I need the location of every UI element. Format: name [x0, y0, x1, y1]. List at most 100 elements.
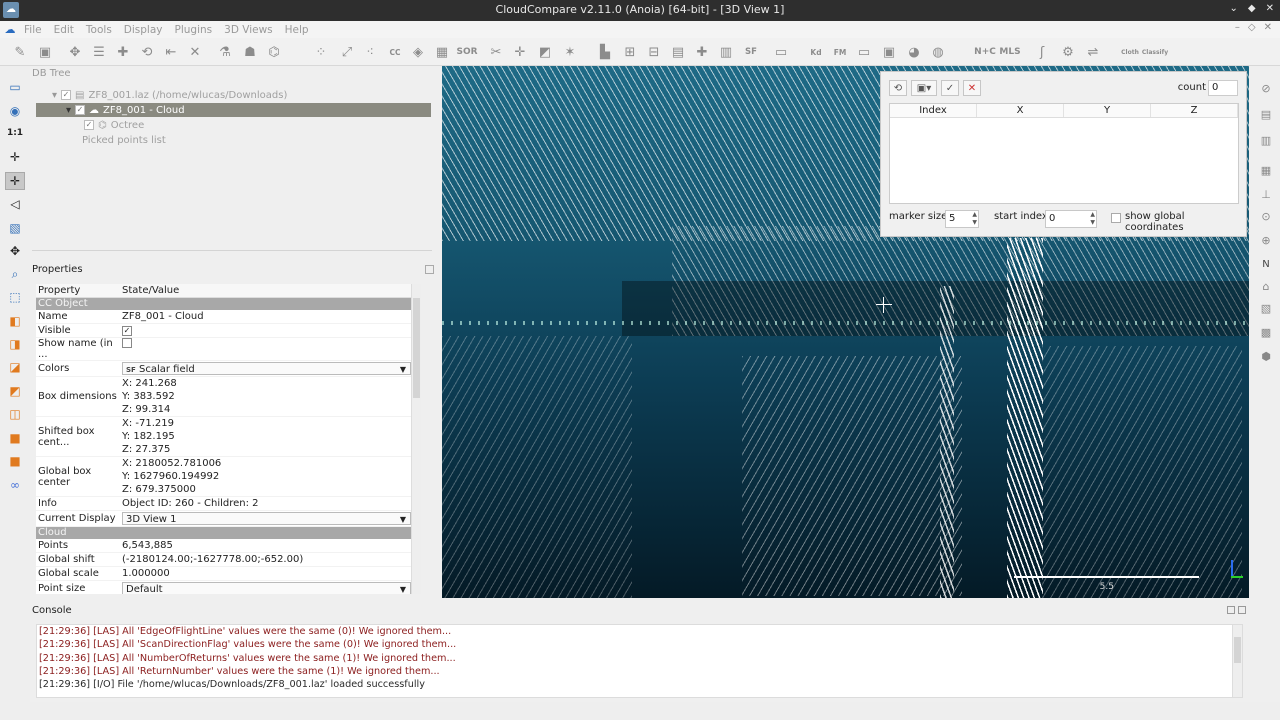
point-picking-icon[interactable]: ✛	[5, 172, 25, 190]
export-icon[interactable]: ▣▾	[911, 80, 937, 96]
tree-item-picked-points[interactable]: Picked points list	[82, 133, 166, 147]
checker-icon[interactable]: ▦	[432, 42, 452, 62]
console-scrollbar[interactable]	[1232, 625, 1242, 697]
crop-icon[interactable]: ⤢	[337, 42, 357, 62]
mdi-restore-button[interactable]: ◇	[1248, 22, 1256, 33]
blocks-icon[interactable]: ▩	[1256, 322, 1276, 342]
crop-tool-icon[interactable]: ✂	[486, 42, 506, 62]
menu-display[interactable]: Display	[118, 24, 169, 36]
property-column-header[interactable]: Property	[36, 284, 120, 297]
splitter[interactable]	[32, 250, 432, 251]
top-view-icon[interactable]: ◧	[5, 312, 25, 330]
clone-icon[interactable]: ✥	[65, 42, 85, 62]
menu-tools[interactable]: Tools	[80, 24, 118, 36]
properties-scrollbar[interactable]	[411, 284, 421, 594]
add-icon[interactable]: ✚	[692, 42, 712, 62]
col-icon[interactable]: ▤	[1256, 104, 1276, 124]
cancel-icon[interactable]: ✕	[963, 80, 981, 96]
current-display-combo[interactable]: 3D View 1 ▼	[122, 512, 411, 525]
column-index[interactable]: Index	[890, 104, 977, 117]
float-panel-icon[interactable]	[425, 265, 434, 274]
color-icon[interactable]: ◈	[408, 42, 428, 62]
display-icon[interactable]: ▭	[5, 78, 25, 96]
delete-icon[interactable]: ✕	[185, 42, 205, 62]
float-panel-icon[interactable]	[1227, 606, 1235, 614]
column-y[interactable]: Y	[1064, 104, 1151, 117]
rasterize-icon[interactable]: ▤	[668, 42, 688, 62]
maximize-button[interactable]: ◆	[1248, 3, 1256, 14]
tree-item-cloud[interactable]: ▾ ✓ ☁ ZF8_001 - Cloud	[36, 103, 431, 117]
front-view-icon[interactable]: ◨	[5, 335, 25, 353]
visible-checkbox[interactable]: ✓	[122, 326, 132, 336]
brush-icon[interactable]: ⊥	[1256, 184, 1276, 204]
label-icon[interactable]: ⊕	[1256, 230, 1276, 250]
merge-icon[interactable]: ✚	[113, 42, 133, 62]
sf-tool-icon[interactable]: ▭	[771, 42, 791, 62]
no-entry-icon[interactable]: ⊘	[1256, 78, 1276, 98]
iso-view-icon[interactable]: ⬚	[5, 288, 25, 306]
plane-icon[interactable]: ◩	[535, 42, 555, 62]
menu-edit[interactable]: Edit	[48, 24, 80, 36]
curve-icon[interactable]: ʃ	[1032, 42, 1052, 62]
hexagon-icon[interactable]: ⬢	[1256, 346, 1276, 366]
right-view-icon[interactable]: ◩	[5, 382, 25, 400]
column-z[interactable]: Z	[1151, 104, 1238, 117]
normals-icon[interactable]: ☗	[240, 42, 260, 62]
kd-button[interactable]: Kd	[806, 42, 826, 62]
cloth-button[interactable]: Cloth	[1120, 42, 1140, 62]
tree-checkbox[interactable]: ✓	[61, 90, 72, 100]
show-name-checkbox[interactable]	[122, 338, 132, 348]
sample-icon[interactable]: ⚗	[215, 42, 235, 62]
classify-button[interactable]: Classify	[1142, 42, 1168, 62]
cc-icon[interactable]: CC	[385, 42, 405, 62]
ratio-button[interactable]: 1:1	[5, 124, 25, 142]
window-icon[interactable]: ▣	[879, 42, 899, 62]
histogram-icon[interactable]: ▙	[595, 42, 615, 62]
book-icon[interactable]: ▥	[1256, 130, 1276, 150]
subsample-icon[interactable]: ⟲	[137, 42, 157, 62]
hpr-icon[interactable]: ⌂	[1256, 276, 1276, 296]
start-index-spinbox[interactable]: 0 ▲ ▼	[1045, 210, 1097, 228]
back-view-icon[interactable]: ■	[5, 452, 25, 470]
close-window-button[interactable]: ✕	[1266, 3, 1274, 14]
bar-icon[interactable]: ▥	[716, 42, 736, 62]
column-x[interactable]: X	[977, 104, 1064, 117]
left-view-icon[interactable]: ◪	[5, 358, 25, 376]
name-value[interactable]: ZF8_001 - Cloud	[122, 310, 421, 323]
settings-icon[interactable]: ⚙	[1058, 42, 1078, 62]
sphere-icon[interactable]: ◕	[904, 42, 924, 62]
tree-checkbox[interactable]: ✓	[75, 105, 86, 115]
picked-points-table[interactable]: Index X Y Z	[889, 103, 1239, 204]
mls-button[interactable]: MLS	[999, 42, 1020, 62]
tree-item-file[interactable]: ▾ ✓ ▤ ZF8_001.laz (/home/wlucas/Download…	[52, 88, 432, 102]
menu-plugins[interactable]: Plugins	[169, 24, 219, 36]
stat-icon[interactable]: ⊟	[644, 42, 664, 62]
point-size-combo[interactable]: Default ▼	[122, 582, 411, 594]
collapse-arrow-icon[interactable]: ▾	[52, 90, 57, 101]
spin-arrows-icon[interactable]: ▲ ▼	[972, 211, 977, 227]
camera-icon[interactable]: ◉	[5, 102, 25, 120]
compare-icon[interactable]: ⇌	[1083, 42, 1103, 62]
front-label-icon[interactable]: ■	[5, 429, 25, 447]
zoom-icon[interactable]: ⌕	[5, 265, 25, 283]
north-icon[interactable]: N	[1256, 254, 1276, 274]
film-icon[interactable]: ▦	[1256, 160, 1276, 180]
global-coords-checkbox[interactable]	[1111, 213, 1121, 223]
mdi-minimize-button[interactable]: –	[1235, 22, 1240, 33]
perspective-icon[interactable]: ◁	[5, 195, 25, 213]
marker-size-spinbox[interactable]: 5 ▲ ▼	[945, 210, 979, 228]
menu-3d-views[interactable]: 3D Views	[218, 24, 279, 36]
move-icon[interactable]: ✥	[5, 242, 25, 260]
undo-icon[interactable]: ⟲	[889, 80, 907, 96]
fm-button[interactable]: FM	[830, 42, 850, 62]
pivot-icon[interactable]: ✛	[5, 148, 25, 166]
value-column-header[interactable]: State/Value	[120, 284, 179, 297]
bottom-view-icon[interactable]: ◫	[5, 405, 25, 423]
compute-icon[interactable]: ⊞	[620, 42, 640, 62]
console-log[interactable]: [21:29:36] [LAS] All 'EdgeOfFlightLine' …	[36, 624, 1243, 698]
noise-icon[interactable]: ⁘	[311, 42, 331, 62]
grid-icon[interactable]: ◍	[928, 42, 948, 62]
octree-icon[interactable]: ⌬	[264, 42, 284, 62]
zoom-extent-icon[interactable]: ▧	[5, 219, 25, 237]
segment-icon[interactable]: ⇤	[161, 42, 181, 62]
